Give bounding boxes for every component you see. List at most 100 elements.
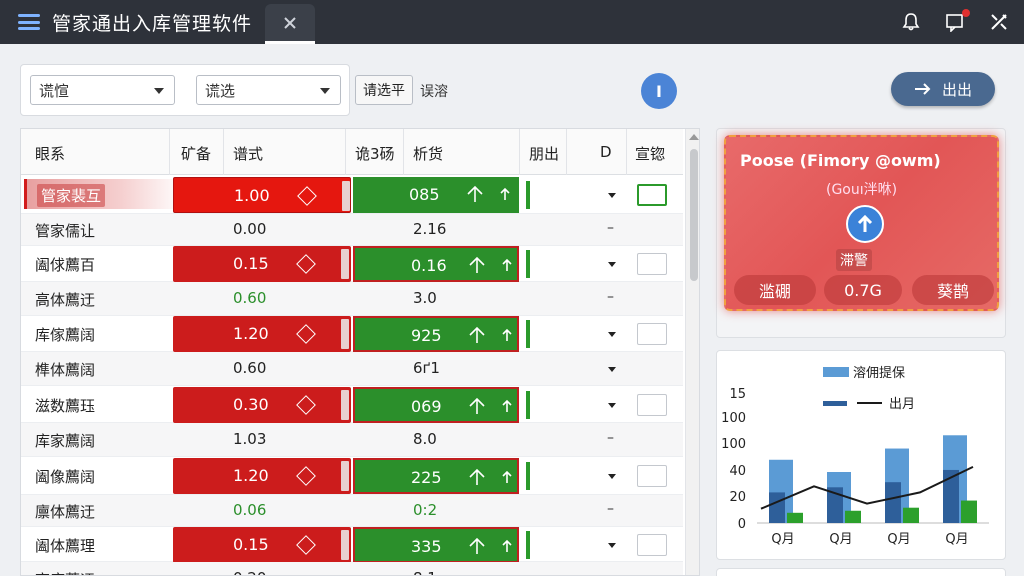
row-checkbox[interactable] — [637, 465, 667, 487]
status-tick — [526, 462, 530, 490]
diamond-icon[interactable] — [296, 535, 316, 555]
header-col-8[interactable]: 宣锪 — [635, 143, 665, 164]
row-checkbox[interactable] — [637, 534, 667, 556]
close-icon — [284, 16, 296, 29]
arrow-up-icon[interactable] — [501, 470, 513, 484]
menu-icon[interactable] — [18, 14, 40, 30]
header-col-5[interactable]: 析货 — [413, 143, 443, 164]
arrow-up-icon[interactable] — [501, 258, 513, 272]
app-title: 管家通出入库管理软件 — [52, 12, 253, 35]
chevron-down-icon[interactable] — [608, 262, 616, 267]
out-button[interactable]: 出出 — [891, 72, 995, 106]
legend-label-1: 溶佣提保 — [853, 365, 905, 381]
upload-icon[interactable] — [467, 397, 487, 415]
selected-name-cell[interactable]: 管家裴互 — [24, 179, 184, 209]
diamond-icon[interactable] — [296, 466, 316, 486]
dash-placeholder: – — [607, 220, 614, 236]
red-value-bar[interactable]: 1.00 — [173, 177, 351, 213]
red-value-bar[interactable]: 0.15 — [173, 527, 351, 563]
upload-icon[interactable] — [467, 468, 487, 486]
bar-handle[interactable] — [341, 530, 349, 560]
scroll-thumb[interactable] — [690, 149, 698, 281]
red-value-bar[interactable]: 1.20 — [173, 316, 351, 352]
alert-card[interactable]: Poose (Fimory @owm) (Gouı泮咻) 滞警 滥硼 0.7G … — [724, 135, 999, 311]
table-row[interactable]: 库傢薦阔 1.20 925 — [21, 316, 683, 352]
value-2: 3.0 — [413, 289, 437, 307]
arrow-up-icon[interactable] — [499, 187, 511, 201]
diamond-icon[interactable] — [296, 324, 316, 344]
table-row[interactable]: 阖体薦理 0.15 335 — [21, 527, 683, 563]
filter-select-2[interactable]: 谎选 — [196, 75, 341, 105]
row-checkbox[interactable] — [637, 323, 667, 345]
filter-button[interactable]: 请选平 — [355, 75, 413, 105]
chevron-down-icon[interactable] — [608, 543, 616, 548]
bar-handle[interactable] — [341, 249, 349, 279]
row-checkbox[interactable] — [637, 394, 667, 416]
chevron-down-icon — [154, 88, 164, 94]
red-value-bar[interactable]: 0.15 — [173, 246, 351, 282]
table-row[interactable]: 阖俅薦百 0.15 0.16 — [21, 246, 683, 282]
table-row[interactable]: 库家薦阔 1.03 8.0 – — [21, 423, 683, 457]
chevron-down-icon[interactable] — [608, 193, 616, 198]
table-row[interactable]: 高库薦迂 0.20 8.1 — [21, 562, 683, 575]
tab-close[interactable] — [265, 4, 315, 44]
header-col-4[interactable]: 诡3砀 — [355, 143, 395, 164]
header-col-1[interactable]: 眼系 — [35, 143, 65, 164]
card-pill-right[interactable]: 葵鹊 — [912, 275, 994, 305]
upload-icon[interactable] — [467, 256, 487, 274]
bell-icon[interactable] — [900, 11, 922, 33]
bar-handle[interactable] — [341, 461, 349, 491]
red-value-bar[interactable]: 1.20 — [173, 458, 351, 494]
header-col-7[interactable]: D — [600, 143, 612, 161]
table-row[interactable]: 廪体薦迂 0.06 0:2 – — [21, 495, 683, 527]
table-row[interactable]: 管家儒让 0.00 2.16 – — [21, 214, 683, 246]
select-2-value: 谎选 — [205, 81, 236, 100]
chevron-down-icon[interactable] — [608, 403, 616, 408]
row-checkbox[interactable] — [637, 253, 667, 275]
green-value-bar[interactable]: 069 — [353, 387, 519, 423]
bar-handle[interactable] — [342, 181, 350, 211]
bar-3 — [845, 510, 861, 523]
arrow-up-icon[interactable] — [846, 205, 884, 243]
diamond-icon[interactable] — [297, 186, 317, 206]
header-col-3[interactable]: 谱式 — [233, 143, 263, 164]
table-row[interactable]: 榫体薦阔 0.60 6ґ1 — [21, 352, 683, 386]
table-row[interactable]: 滋数薦珏 0.30 069 — [21, 386, 683, 423]
card-pill-value[interactable]: 0.7G — [824, 275, 902, 305]
chevron-down-icon[interactable] — [608, 474, 616, 479]
upload-icon[interactable] — [467, 326, 487, 344]
value-2: 2.16 — [413, 220, 447, 238]
diamond-icon[interactable] — [296, 395, 316, 415]
green-value-bar[interactable]: 225 — [353, 458, 519, 494]
chevron-down-icon[interactable] — [608, 332, 616, 337]
table-scrollbar[interactable] — [685, 129, 699, 575]
table-row[interactable]: 管家裴互 1.00 085 — [21, 175, 683, 214]
header-col-6[interactable]: 朋出 — [529, 143, 559, 164]
upload-icon[interactable] — [467, 537, 487, 555]
info-button[interactable]: I — [641, 73, 677, 109]
header-col-2[interactable]: 矿备 — [181, 143, 211, 164]
arrow-up-icon[interactable] — [501, 399, 513, 413]
scroll-up-icon[interactable] — [689, 134, 699, 140]
card-pill-left[interactable]: 滥硼 — [734, 275, 816, 305]
bar-handle[interactable] — [341, 319, 349, 349]
value-1: 0.60 — [233, 359, 267, 377]
upload-icon[interactable] — [465, 185, 485, 203]
table-row[interactable]: 阖像薦阔 1.20 225 — [21, 457, 683, 495]
arrow-up-icon[interactable] — [501, 328, 513, 342]
tools-icon[interactable] — [988, 11, 1010, 33]
diamond-icon[interactable] — [296, 254, 316, 274]
green-value-bar[interactable]: 0.16 — [353, 246, 519, 282]
green-value-bar[interactable]: 925 — [353, 316, 519, 352]
table-row[interactable]: 高体薦迂 0.60 3.0 – — [21, 282, 683, 316]
bar-handle[interactable] — [341, 390, 349, 420]
filter-select-1[interactable]: 谎愃 — [30, 75, 175, 105]
green-value-bar[interactable]: 085 — [353, 177, 519, 213]
arrow-up-icon[interactable] — [501, 539, 513, 553]
message-icon[interactable] — [944, 9, 970, 33]
green-value-bar[interactable]: 335 — [353, 527, 519, 563]
red-value-bar[interactable]: 0.30 — [173, 387, 351, 423]
chevron-down-icon[interactable] — [608, 367, 616, 372]
row-checkbox[interactable] — [637, 184, 667, 206]
value-1: 0.15 — [233, 535, 269, 554]
